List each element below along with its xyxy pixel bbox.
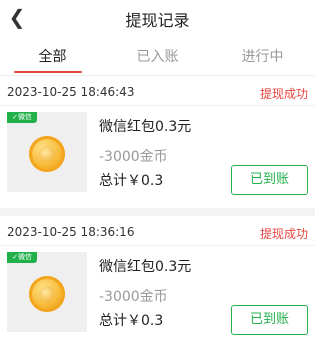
- record-time: 2023-10-25 18:36:16: [7, 225, 135, 239]
- wechat-tag: ✓微信: [7, 112, 37, 123]
- record-time: 2023-10-25 18:46:43: [7, 85, 135, 99]
- tab-all[interactable]: 全部: [0, 46, 105, 66]
- gold-coin-icon: [29, 136, 65, 172]
- record-card: 2023-10-25 18:46:43 提现成功 ✓微信 微信红包0.3元 -3…: [0, 76, 315, 200]
- tab-bar: 全部 已入账 进行中: [0, 36, 315, 76]
- divider: [0, 208, 315, 216]
- reward-thumbnail: ✓微信: [7, 252, 87, 332]
- record-header: 2023-10-25 18:36:16 提现成功: [0, 216, 315, 246]
- tab-in-progress[interactable]: 进行中: [210, 46, 315, 66]
- top-bar: ❮ 提现记录: [0, 0, 315, 36]
- status-badge: 提现成功: [259, 227, 308, 241]
- tab-credited[interactable]: 已入账: [105, 46, 210, 66]
- coins-deducted: -3000金币: [99, 289, 168, 305]
- wechat-tag: ✓微信: [7, 252, 37, 263]
- reward-title: 微信红包0.3元: [99, 259, 192, 275]
- record-card: 2023-10-25 18:36:16 提现成功 ✓微信 微信红包0.3元 -3…: [0, 216, 315, 348]
- total-amount: 总计￥0.3: [99, 173, 164, 189]
- active-tab-indicator: [14, 71, 82, 73]
- coins-deducted: -3000金币: [99, 149, 168, 165]
- status-badge: 提现成功: [259, 87, 308, 101]
- reward-thumbnail: ✓微信: [7, 112, 87, 192]
- page-title: 提现记录: [125, 11, 190, 30]
- credited-button[interactable]: 已到账: [231, 165, 308, 195]
- gold-coin-icon: [29, 276, 65, 312]
- reward-title: 微信红包0.3元: [99, 119, 192, 135]
- record-header: 2023-10-25 18:46:43 提现成功: [0, 76, 315, 106]
- credited-button[interactable]: 已到账: [231, 305, 308, 335]
- total-amount: 总计￥0.3: [99, 313, 164, 329]
